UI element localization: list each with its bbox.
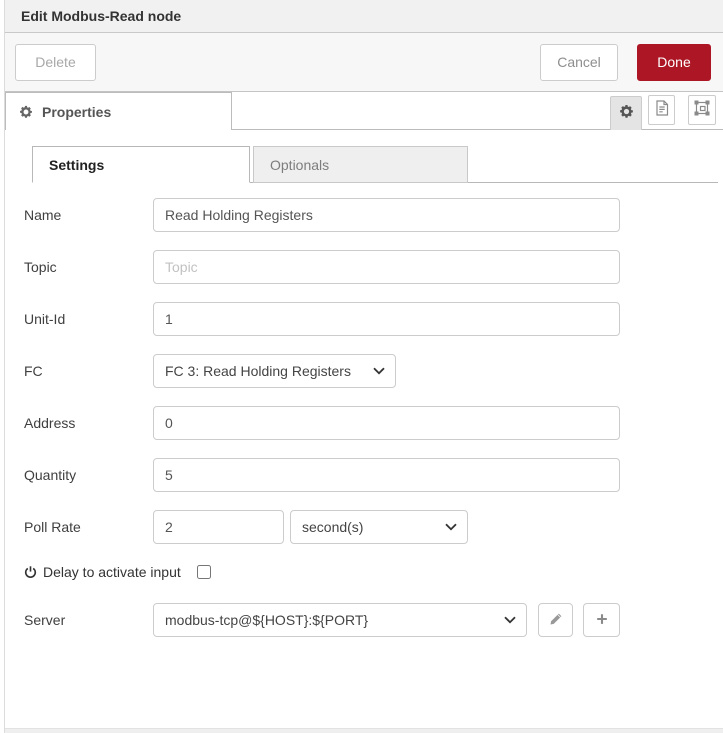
tab-settings[interactable]: Settings — [32, 146, 250, 183]
gear-icon — [19, 105, 33, 119]
tab-properties[interactable]: Properties — [5, 92, 232, 130]
quantity-input[interactable] — [153, 458, 620, 492]
unit-id-label: Unit-Id — [24, 311, 66, 327]
quantity-row: Quantity — [24, 458, 723, 492]
fc-select[interactable]: FC 3: Read Holding Registers — [153, 354, 396, 388]
settings-optionals-tabs: Settings Optionals — [32, 146, 723, 183]
chevron-down-icon — [373, 367, 385, 375]
add-server-button[interactable] — [583, 603, 620, 637]
server-row: Server modbus-tcp@${HOST}:${PORT} — [24, 603, 723, 637]
poll-rate-input[interactable] — [153, 510, 284, 544]
cancel-button[interactable]: Cancel — [540, 43, 618, 81]
delay-checkbox[interactable] — [196, 565, 211, 579]
poll-rate-unit-value: second(s) — [302, 519, 364, 535]
editor-icon-tabs — [610, 92, 716, 130]
quantity-label: Quantity — [24, 467, 77, 483]
dialog-title: Edit Modbus-Read node — [5, 0, 723, 33]
tab-optionals[interactable]: Optionals — [253, 146, 468, 183]
pencil-icon — [549, 612, 563, 629]
dialog-bottom-strip — [5, 728, 723, 733]
delete-button[interactable]: Delete — [15, 43, 96, 81]
appearance-icon — [694, 100, 710, 121]
plus-icon — [595, 612, 609, 629]
address-input[interactable] — [153, 406, 620, 440]
address-row: Address — [24, 406, 723, 440]
poll-rate-row: Poll Rate second(s) — [24, 510, 723, 544]
unit-id-row: Unit-Id — [24, 302, 723, 336]
edit-node-dialog: Edit Modbus-Read node Delete Cancel Done… — [4, 0, 723, 733]
fc-select-value: FC 3: Read Holding Registers — [165, 363, 351, 379]
editor-tab-description-button[interactable] — [648, 95, 675, 125]
delay-label-text: Delay to activate input — [43, 564, 181, 580]
server-select[interactable]: modbus-tcp@${HOST}:${PORT} — [153, 603, 527, 637]
address-label: Address — [24, 415, 76, 431]
server-select-value: modbus-tcp@${HOST}:${PORT} — [165, 612, 369, 628]
dialog-toolbar: Delete Cancel Done — [5, 33, 723, 92]
server-label: Server — [24, 612, 66, 628]
editor-tab-bar: Properties — [5, 92, 723, 130]
editor-tab-properties-button[interactable] — [610, 96, 642, 130]
delay-label: Delay to activate input — [24, 564, 181, 580]
unit-id-input[interactable] — [153, 302, 620, 336]
topic-label: Topic — [24, 259, 57, 275]
poll-rate-unit-select[interactable]: second(s) — [290, 510, 468, 544]
topic-row: Topic — [24, 250, 723, 284]
document-icon — [655, 99, 669, 121]
name-row: Name — [24, 198, 723, 232]
topic-input[interactable] — [153, 250, 620, 284]
chevron-down-icon — [445, 523, 457, 531]
edit-server-button[interactable] — [538, 603, 573, 637]
editor-tab-appearance-button[interactable] — [688, 95, 716, 125]
delay-row: Delay to activate input — [24, 562, 723, 582]
fc-label: FC — [24, 363, 43, 379]
poll-rate-label: Poll Rate — [24, 519, 81, 535]
tab-properties-label: Properties — [42, 103, 112, 120]
done-button[interactable]: Done — [637, 43, 711, 81]
settings-form: Name Topic Unit-Id FC FC 3: Read Holding… — [5, 198, 723, 637]
gear-icon — [619, 104, 634, 124]
name-input[interactable] — [153, 198, 620, 232]
power-icon — [24, 565, 37, 579]
chevron-down-icon — [504, 616, 516, 624]
fc-row: FC FC 3: Read Holding Registers — [24, 354, 723, 388]
name-label: Name — [24, 207, 62, 223]
